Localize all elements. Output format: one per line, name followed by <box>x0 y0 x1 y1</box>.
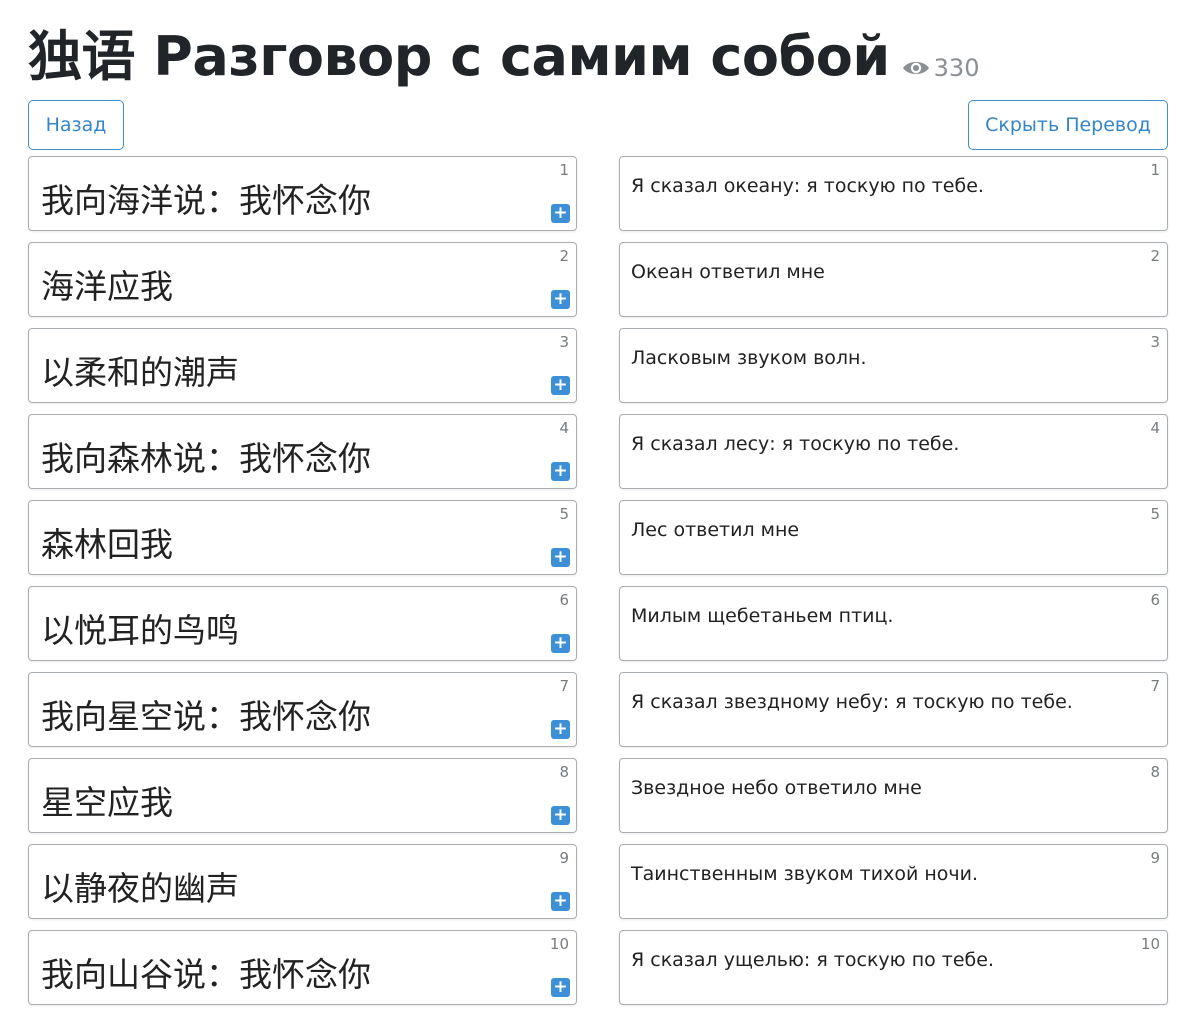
sentence-number: 5 <box>559 505 569 523</box>
translation-text: Лес ответил мне <box>631 519 800 541</box>
translation-text: Я сказал звездному небу: я тоскую по теб… <box>631 691 1073 713</box>
translation-card-9: 9 Таинственным звуком тихой ночи. <box>619 844 1168 919</box>
sentence-number: 8 <box>559 763 569 781</box>
translation-number: 7 <box>1150 677 1160 695</box>
translation-text: Милым щебетаньем птиц. <box>631 605 894 627</box>
view-count: 330 <box>902 54 980 82</box>
sentence-text: 我向山谷说：我怀念你 <box>41 955 371 994</box>
translation-number: 9 <box>1150 849 1160 867</box>
translation-number: 8 <box>1150 763 1160 781</box>
sentence-card-9[interactable]: 9 以静夜的幽声 + <box>28 844 577 919</box>
translation-card-10: 10 Я сказал ущелью: я тоскую по тебе. <box>619 930 1168 1005</box>
hide-translation-button[interactable]: Скрыть Перевод <box>968 100 1168 150</box>
translation-card-6: 6 Милым щебетаньем птиц. <box>619 586 1168 661</box>
sentence-text: 我向海洋说：我怀念你 <box>41 181 371 220</box>
sentence-text: 森林回我 <box>41 525 173 564</box>
sentence-card-3[interactable]: 3 以柔和的潮声 + <box>28 328 577 403</box>
add-icon[interactable]: + <box>551 376 570 395</box>
sentence-text: 以静夜的幽声 <box>41 869 239 908</box>
translation-number: 5 <box>1150 505 1160 523</box>
translation-card-2: 2 Океан ответил мне <box>619 242 1168 317</box>
add-icon[interactable]: + <box>551 290 570 309</box>
translation-number: 2 <box>1150 247 1160 265</box>
translation-text: Звездное небо ответило мне <box>631 777 922 799</box>
sentence-number: 1 <box>559 161 569 179</box>
sentence-number: 2 <box>559 247 569 265</box>
add-icon[interactable]: + <box>551 892 570 911</box>
translation-text: Океан ответил мне <box>631 261 825 283</box>
sentence-card-2[interactable]: 2 海洋应我 + <box>28 242 577 317</box>
sentence-number: 9 <box>559 849 569 867</box>
sentence-text: 以悦耳的鸟鸣 <box>41 611 239 650</box>
add-icon[interactable]: + <box>551 204 570 223</box>
page-title: 独语 Разговор с самим собой <box>28 25 890 88</box>
sentence-number: 4 <box>559 419 569 437</box>
sentence-text: 星空应我 <box>41 783 173 822</box>
translation-text: Ласковым звуком волн. <box>631 347 867 369</box>
eye-icon <box>902 62 929 74</box>
translation-number: 10 <box>1140 935 1160 953</box>
translation-card-4: 4 Я сказал лесу: я тоскую по тебе. <box>619 414 1168 489</box>
translation-number: 3 <box>1150 333 1160 351</box>
translation-text: Таинственным звуком тихой ночи. <box>631 863 978 885</box>
translation-card-8: 8 Звездное небо ответило мне <box>619 758 1168 833</box>
sentence-number: 10 <box>549 935 569 953</box>
sentence-text: 以柔和的潮声 <box>41 353 239 392</box>
add-icon[interactable]: + <box>551 806 570 825</box>
sentence-card-10[interactable]: 10 我向山谷说：我怀念你 + <box>28 930 577 1005</box>
add-icon[interactable]: + <box>551 462 570 481</box>
translation-card-1: 1 Я сказал океану: я тоскую по тебе. <box>619 156 1168 231</box>
translation-card-7: 7 Я сказал звездному небу: я тоскую по т… <box>619 672 1168 747</box>
translation-text: Я сказал океану: я тоскую по тебе. <box>631 175 984 197</box>
sentence-number: 6 <box>559 591 569 609</box>
sentence-text: 我向星空说：我怀念你 <box>41 697 371 736</box>
translation-number: 6 <box>1150 591 1160 609</box>
view-count-value: 330 <box>933 54 980 82</box>
add-icon[interactable]: + <box>551 634 570 653</box>
back-button[interactable]: Назад <box>28 100 124 150</box>
sentence-number: 7 <box>559 677 569 695</box>
sentence-card-5[interactable]: 5 森林回我 + <box>28 500 577 575</box>
translation-number: 4 <box>1150 419 1160 437</box>
sentence-text: 我向森林说：我怀念你 <box>41 439 371 478</box>
translation-text: Я сказал лесу: я тоскую по тебе. <box>631 433 960 455</box>
page-header: 独语 Разговор с самим собой 330 <box>28 22 979 92</box>
sentence-card-1[interactable]: 1 我向海洋说：我怀念你 + <box>28 156 577 231</box>
add-icon[interactable]: + <box>551 548 570 567</box>
sentence-card-8[interactable]: 8 星空应我 + <box>28 758 577 833</box>
sentence-card-7[interactable]: 7 我向星空说：我怀念你 + <box>28 672 577 747</box>
add-icon[interactable]: + <box>551 720 570 739</box>
sentence-card-4[interactable]: 4 我向森林说：我怀念你 + <box>28 414 577 489</box>
translation-text: Я сказал ущелью: я тоскую по тебе. <box>631 949 994 971</box>
sentence-card-6[interactable]: 6 以悦耳的鸟鸣 + <box>28 586 577 661</box>
translation-card-5: 5 Лес ответил мне <box>619 500 1168 575</box>
sentence-number: 3 <box>559 333 569 351</box>
translation-number: 1 <box>1150 161 1160 179</box>
add-icon[interactable]: + <box>551 978 570 997</box>
sentence-text: 海洋应我 <box>41 267 173 306</box>
translation-card-3: 3 Ласковым звуком волн. <box>619 328 1168 403</box>
